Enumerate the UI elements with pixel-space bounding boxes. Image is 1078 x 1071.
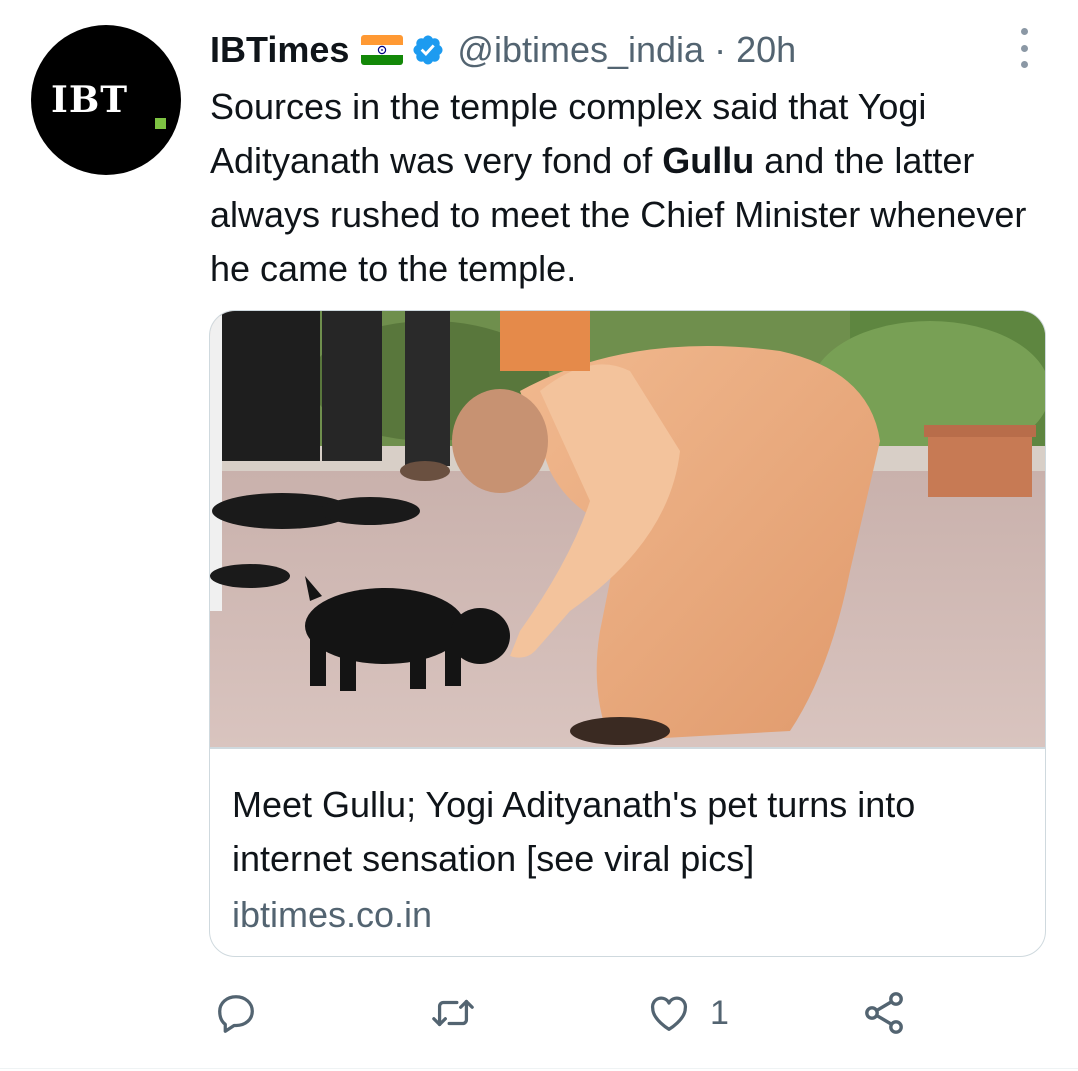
bottom-divider xyxy=(0,1068,1078,1069)
india-flag-icon xyxy=(361,35,404,65)
avatar-logo-dot xyxy=(155,118,166,129)
tweet-text: Sources in the temple complex said that … xyxy=(210,80,1060,296)
card-divider xyxy=(210,747,1045,749)
like-count: 1 xyxy=(710,993,729,1032)
share-button[interactable] xyxy=(860,988,908,1038)
tweet-header: IBTimes @ibtimes_india · 20h xyxy=(210,26,796,74)
author-name[interactable]: IBTimes xyxy=(210,29,349,71)
card-title: Meet Gullu; Yogi Adityanath's pet turns … xyxy=(232,784,916,879)
retweet-button[interactable] xyxy=(428,988,478,1038)
reply-button[interactable] xyxy=(213,988,259,1038)
card-domain: ibtimes.co.in xyxy=(232,894,433,935)
avatar-logo-text: IBT xyxy=(51,79,129,121)
tweet-text-bold: Gullu xyxy=(662,140,755,181)
share-icon xyxy=(865,992,903,1034)
avatar[interactable]: IBT xyxy=(31,25,181,175)
heart-icon xyxy=(650,996,688,1031)
more-options-icon[interactable] xyxy=(1014,28,1034,68)
link-preview-card[interactable]: Meet Gullu; Yogi Adityanath's pet turns … xyxy=(209,310,1046,957)
verified-badge-icon xyxy=(413,35,443,65)
separator-dot: · xyxy=(704,29,737,70)
card-image xyxy=(210,311,1045,747)
author-handle[interactable]: @ibtimes_india xyxy=(457,29,704,71)
retweet-icon xyxy=(432,999,474,1027)
like-button[interactable]: 1 xyxy=(646,988,729,1038)
tweet-timestamp[interactable]: 20h xyxy=(736,29,796,71)
reply-icon xyxy=(218,995,254,1033)
